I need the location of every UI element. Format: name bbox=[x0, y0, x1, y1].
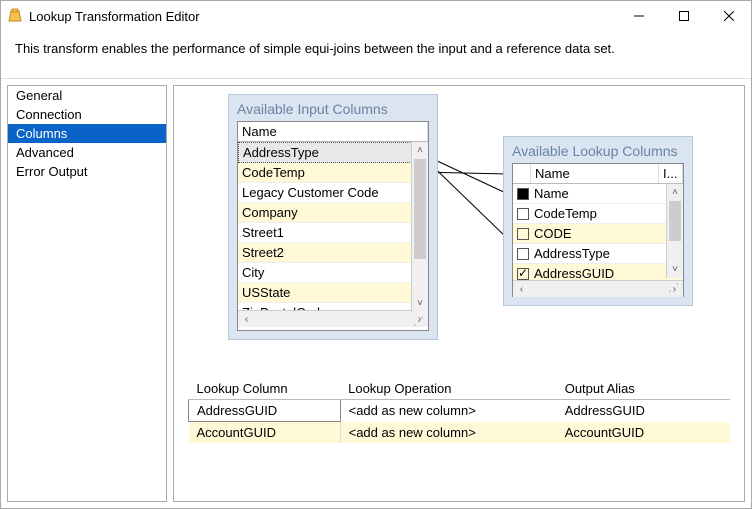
header-output-alias[interactable]: Output Alias bbox=[557, 378, 730, 400]
sidebar-item-label: Connection bbox=[16, 107, 82, 122]
input-column-row[interactable]: USState bbox=[238, 283, 428, 303]
input-column-row[interactable]: Company bbox=[238, 203, 428, 223]
header-lookup-operation[interactable]: Lookup Operation bbox=[340, 378, 557, 400]
checkbox-icon[interactable] bbox=[517, 268, 529, 280]
sidebar-item-label: General bbox=[16, 88, 62, 103]
lookup-column-list[interactable]: Name CodeTemp CODE AddressType AddressGU… bbox=[513, 184, 683, 280]
column-header-index: I... bbox=[659, 164, 683, 183]
column-panels: Available Input Columns Name AddressType… bbox=[188, 94, 730, 364]
checkbox-icon[interactable] bbox=[517, 208, 529, 220]
sidebar-item-label: Advanced bbox=[16, 145, 74, 160]
scroll-left-icon[interactable]: ‹ bbox=[238, 314, 255, 325]
resize-grip-icon[interactable]: ⋰ bbox=[413, 315, 427, 329]
titlebar: Lookup Transformation Editor bbox=[1, 1, 751, 31]
scroll-down-icon[interactable]: ˅ bbox=[412, 295, 428, 312]
cell-output-alias[interactable]: AddressGUID bbox=[557, 400, 730, 422]
lookup-column-row[interactable]: AddressType bbox=[513, 244, 683, 264]
cell-output-alias[interactable]: AccountGUID bbox=[557, 422, 730, 444]
input-column-row[interactable]: ZipPostalCode bbox=[238, 303, 428, 310]
sidebar-item-error-output[interactable]: Error Output bbox=[8, 162, 166, 181]
mapping-row[interactable]: AddressGUID <add as new column> AddressG… bbox=[189, 400, 731, 422]
window-title: Lookup Transformation Editor bbox=[29, 9, 616, 24]
window-controls bbox=[616, 1, 751, 31]
sidebar-item-label: Error Output bbox=[16, 164, 88, 179]
checkbox-icon[interactable] bbox=[517, 248, 529, 260]
lookup-column-row[interactable]: AddressGUID bbox=[513, 264, 683, 280]
scroll-thumb[interactable] bbox=[669, 201, 681, 241]
cell-lookup-column[interactable]: AccountGUID bbox=[189, 422, 341, 444]
cell-lookup-column[interactable]: AddressGUID bbox=[189, 400, 341, 422]
input-column-list[interactable]: AddressType CodeTemp Legacy Customer Cod… bbox=[238, 142, 428, 310]
description-text: This transform enables the performance o… bbox=[1, 31, 751, 79]
app-icon bbox=[7, 8, 23, 24]
input-column-row[interactable]: AddressType bbox=[238, 142, 428, 163]
resize-grip-icon[interactable]: ⋰ bbox=[668, 281, 682, 295]
lookup-panel-header[interactable]: Name I... bbox=[513, 164, 683, 184]
input-vertical-scrollbar[interactable]: ˄ ˅ bbox=[411, 142, 428, 312]
checkbox-icon[interactable] bbox=[517, 228, 529, 240]
editor-body: General Connection Columns Advanced Erro… bbox=[1, 79, 751, 502]
sidebar-item-general[interactable]: General bbox=[8, 86, 166, 105]
input-column-row[interactable]: Legacy Customer Code bbox=[238, 183, 428, 203]
scroll-up-icon[interactable]: ˄ bbox=[412, 142, 428, 159]
scroll-left-icon[interactable]: ‹ bbox=[513, 284, 530, 295]
lookup-vertical-scrollbar[interactable]: ˄ ˅ bbox=[666, 184, 683, 278]
sidebar-item-columns[interactable]: Columns bbox=[8, 124, 166, 143]
input-column-row[interactable]: Street1 bbox=[238, 223, 428, 243]
input-column-row[interactable]: CodeTemp bbox=[238, 163, 428, 183]
input-panel-header[interactable]: Name bbox=[238, 122, 428, 142]
close-button[interactable] bbox=[706, 1, 751, 31]
checkbox-icon[interactable] bbox=[517, 188, 529, 200]
scroll-thumb[interactable] bbox=[414, 159, 426, 259]
input-horizontal-scrollbar[interactable]: ‹ › bbox=[238, 310, 428, 327]
lookup-column-row[interactable]: CodeTemp bbox=[513, 204, 683, 224]
lookup-column-row[interactable]: Name bbox=[513, 184, 683, 204]
column-header-name: Name bbox=[531, 164, 659, 183]
column-header-name: Name bbox=[238, 122, 428, 141]
sidebar-item-label: Columns bbox=[16, 126, 67, 141]
sidebar-item-connection[interactable]: Connection bbox=[8, 105, 166, 124]
input-columns-panel: Available Input Columns Name AddressType… bbox=[228, 94, 438, 340]
scroll-up-icon[interactable]: ˄ bbox=[667, 184, 683, 201]
minimize-button[interactable] bbox=[616, 1, 661, 31]
lookup-columns-panel: Available Lookup Columns Name I... Name … bbox=[503, 136, 693, 306]
cell-lookup-operation[interactable]: <add as new column> bbox=[340, 422, 557, 444]
header-lookup-column[interactable]: Lookup Column bbox=[189, 378, 341, 400]
lookup-panel-title: Available Lookup Columns bbox=[504, 137, 692, 163]
sidebar-item-advanced[interactable]: Advanced bbox=[8, 143, 166, 162]
mapping-table: Lookup Column Lookup Operation Output Al… bbox=[188, 378, 730, 443]
maximize-button[interactable] bbox=[661, 1, 706, 31]
cell-lookup-operation[interactable]: <add as new column> bbox=[340, 400, 557, 422]
input-column-row[interactable]: City bbox=[238, 263, 428, 283]
main-canvas: Available Input Columns Name AddressType… bbox=[173, 85, 745, 502]
scroll-down-icon[interactable]: ˅ bbox=[667, 261, 683, 278]
category-sidebar: General Connection Columns Advanced Erro… bbox=[7, 85, 167, 502]
lookup-column-row[interactable]: CODE bbox=[513, 224, 683, 244]
editor-window: Lookup Transformation Editor This transf… bbox=[0, 0, 752, 509]
mapping-row[interactable]: AccountGUID <add as new column> AccountG… bbox=[189, 422, 731, 444]
input-panel-title: Available Input Columns bbox=[229, 95, 437, 121]
input-column-row[interactable]: Street2 bbox=[238, 243, 428, 263]
lookup-horizontal-scrollbar[interactable]: ‹ › bbox=[513, 280, 683, 297]
